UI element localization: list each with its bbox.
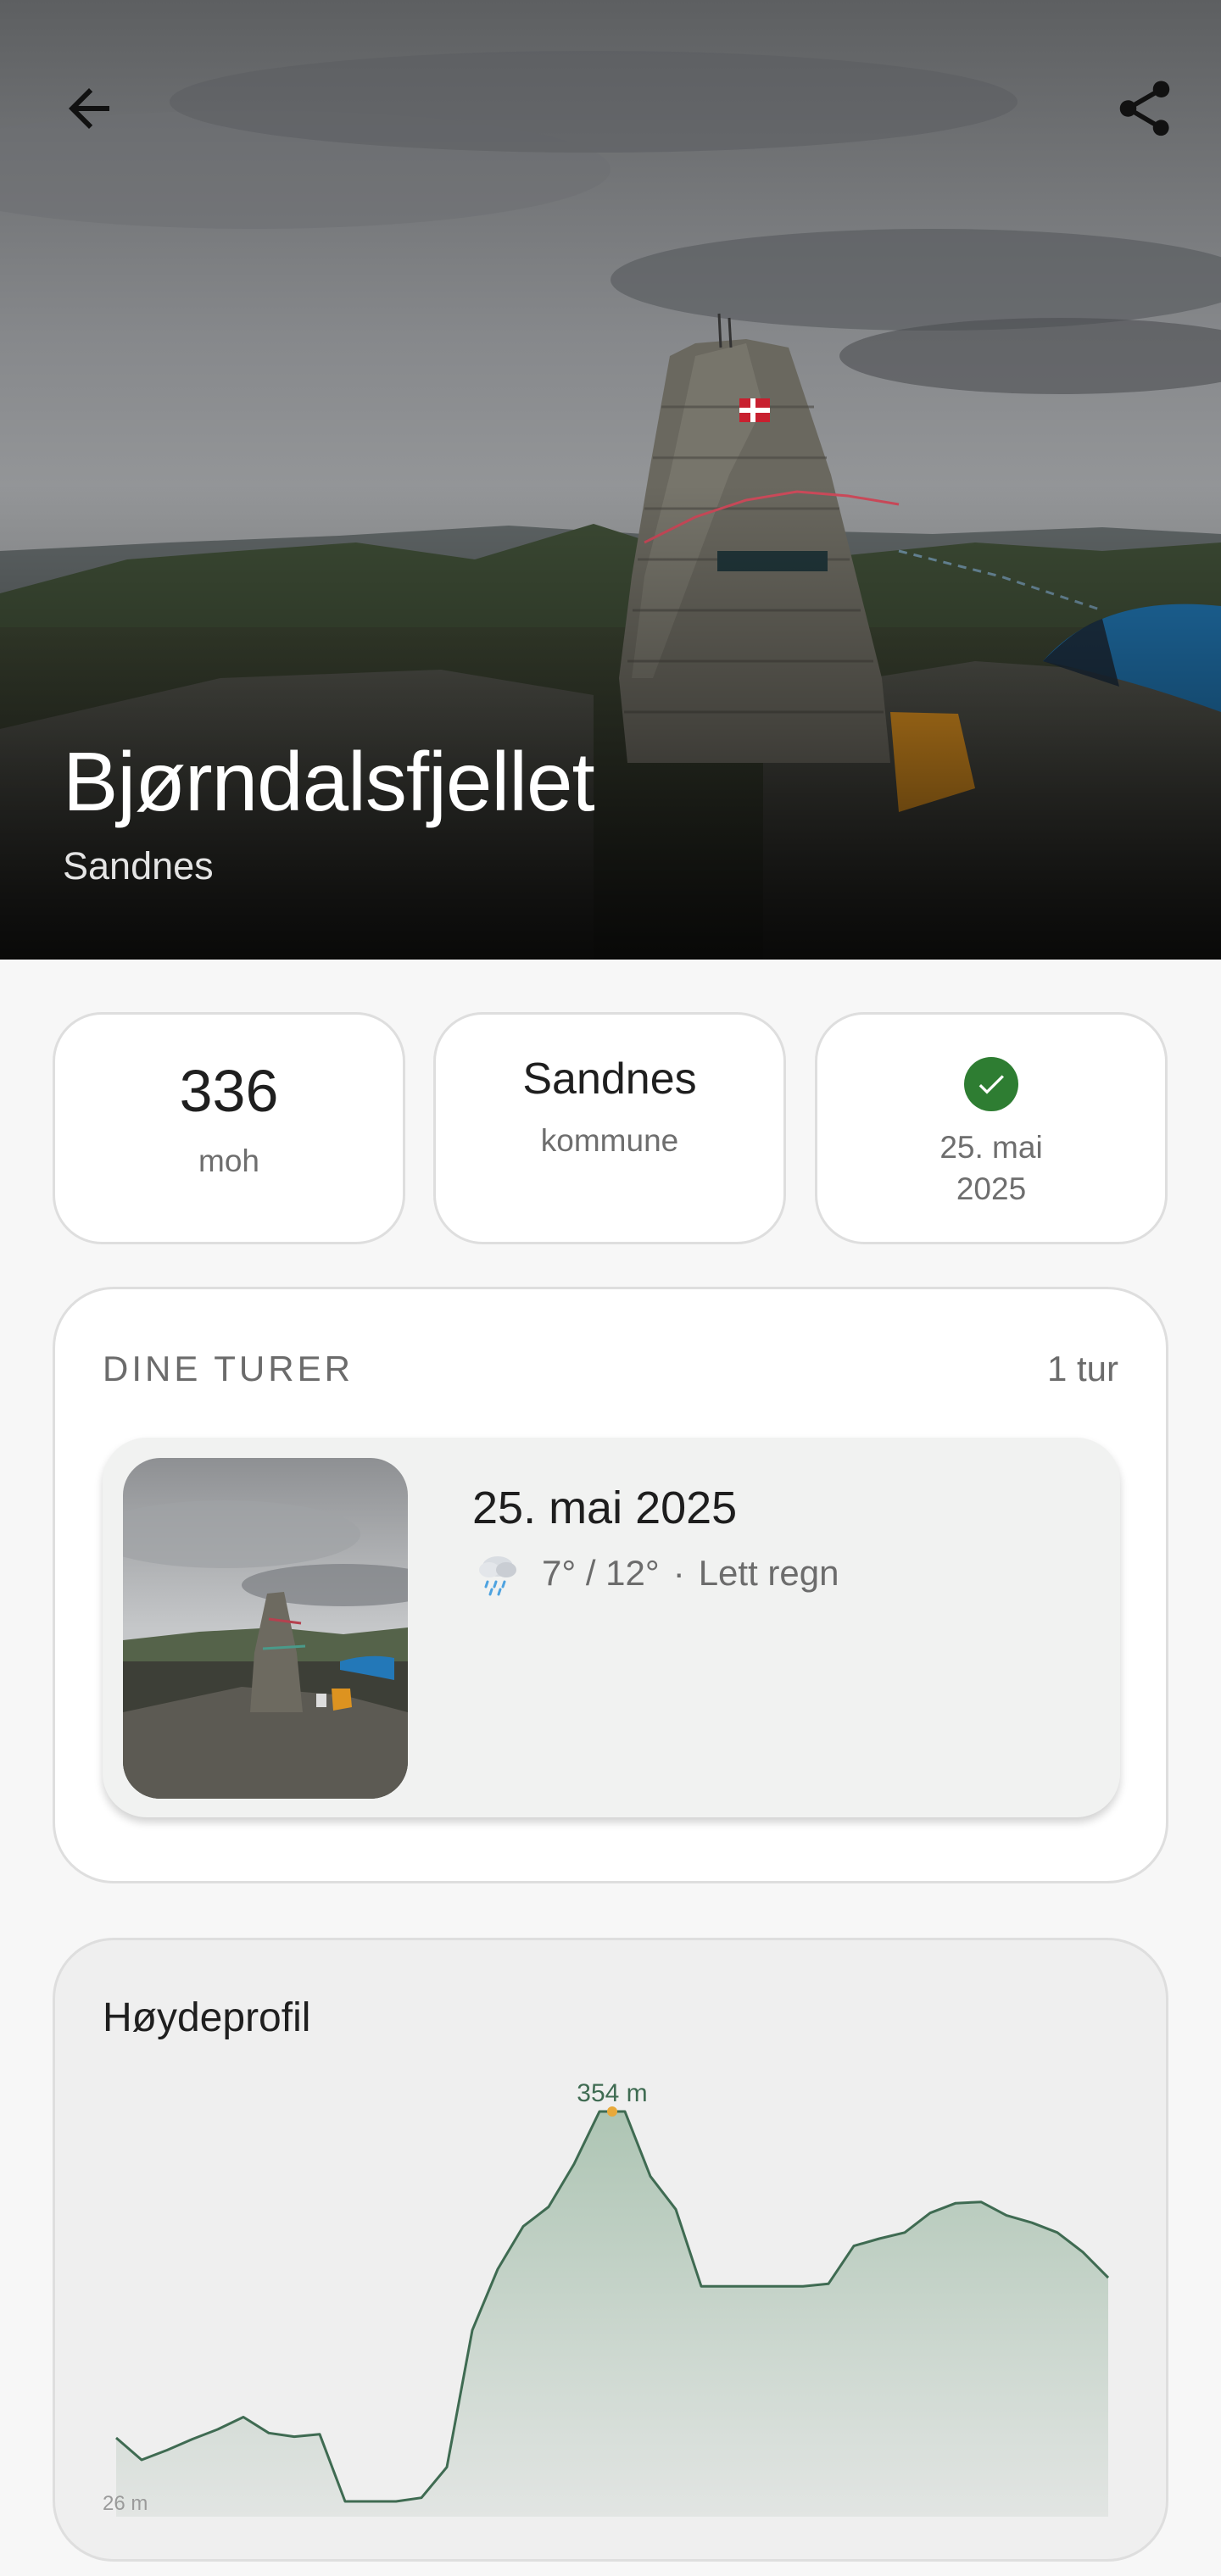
elevation-unit: moh <box>198 1143 259 1178</box>
trip-temperature: 7° / 12° <box>542 1553 660 1593</box>
max-elevation-label: 354 m <box>577 2079 647 2107</box>
visited-date-line1: 25. mai <box>939 1130 1043 1165</box>
elevation-area <box>116 2111 1108 2517</box>
hero-image: Bjørndalsfjellet Sandnes <box>0 0 1221 960</box>
municipality-value: Sandnes <box>522 1054 697 1104</box>
share-button[interactable] <box>1102 66 1187 151</box>
trip-condition: Lett regn <box>698 1553 839 1593</box>
peak-title: Bjørndalsfjellet <box>63 735 595 828</box>
back-button[interactable] <box>47 66 131 151</box>
trips-heading: DINE TURER <box>103 1349 354 1388</box>
hero-gradient <box>0 485 1221 960</box>
trip-card[interactable]: 25. mai 2025 7° / 12° · Lett regn <box>103 1438 1120 1817</box>
share-icon <box>1119 81 1170 136</box>
elevation-chart: 354 m 26 m <box>103 2079 1110 2517</box>
min-elevation-label: 26 m <box>103 2492 148 2515</box>
elevation-profile-card: Høydeprofil 354 m 26 m <box>53 1938 1168 2562</box>
trips-count: 1 tur <box>1046 1349 1118 1388</box>
elevation-stat-card: 336 moh <box>53 1012 405 1244</box>
visited-date-line2: 2025 <box>956 1171 1027 1206</box>
arrow-left-icon <box>69 88 109 129</box>
municipality-label: kommune <box>540 1123 679 1158</box>
trip-date: 25. mai 2025 <box>472 1483 738 1533</box>
peak-marker <box>607 2106 617 2117</box>
municipality-stat-card: Sandnes kommune <box>433 1012 786 1244</box>
visited-stat-card: 25. mai 2025 <box>815 1012 1168 1244</box>
rain-cloud-icon <box>479 1556 516 1596</box>
trip-weather-separator: · <box>672 1553 685 1593</box>
trip-photo <box>123 1458 408 1799</box>
trips-section: DINE TURER 1 tur 25. mai 2025 7° / 12° ·… <box>53 1287 1168 1883</box>
check-circle-icon <box>964 1057 1018 1111</box>
elevation-value: 336 <box>179 1058 279 1124</box>
trip-weather: 7° / 12° · Lett regn <box>472 1548 839 1599</box>
peak-location: Sandnes <box>63 844 214 887</box>
